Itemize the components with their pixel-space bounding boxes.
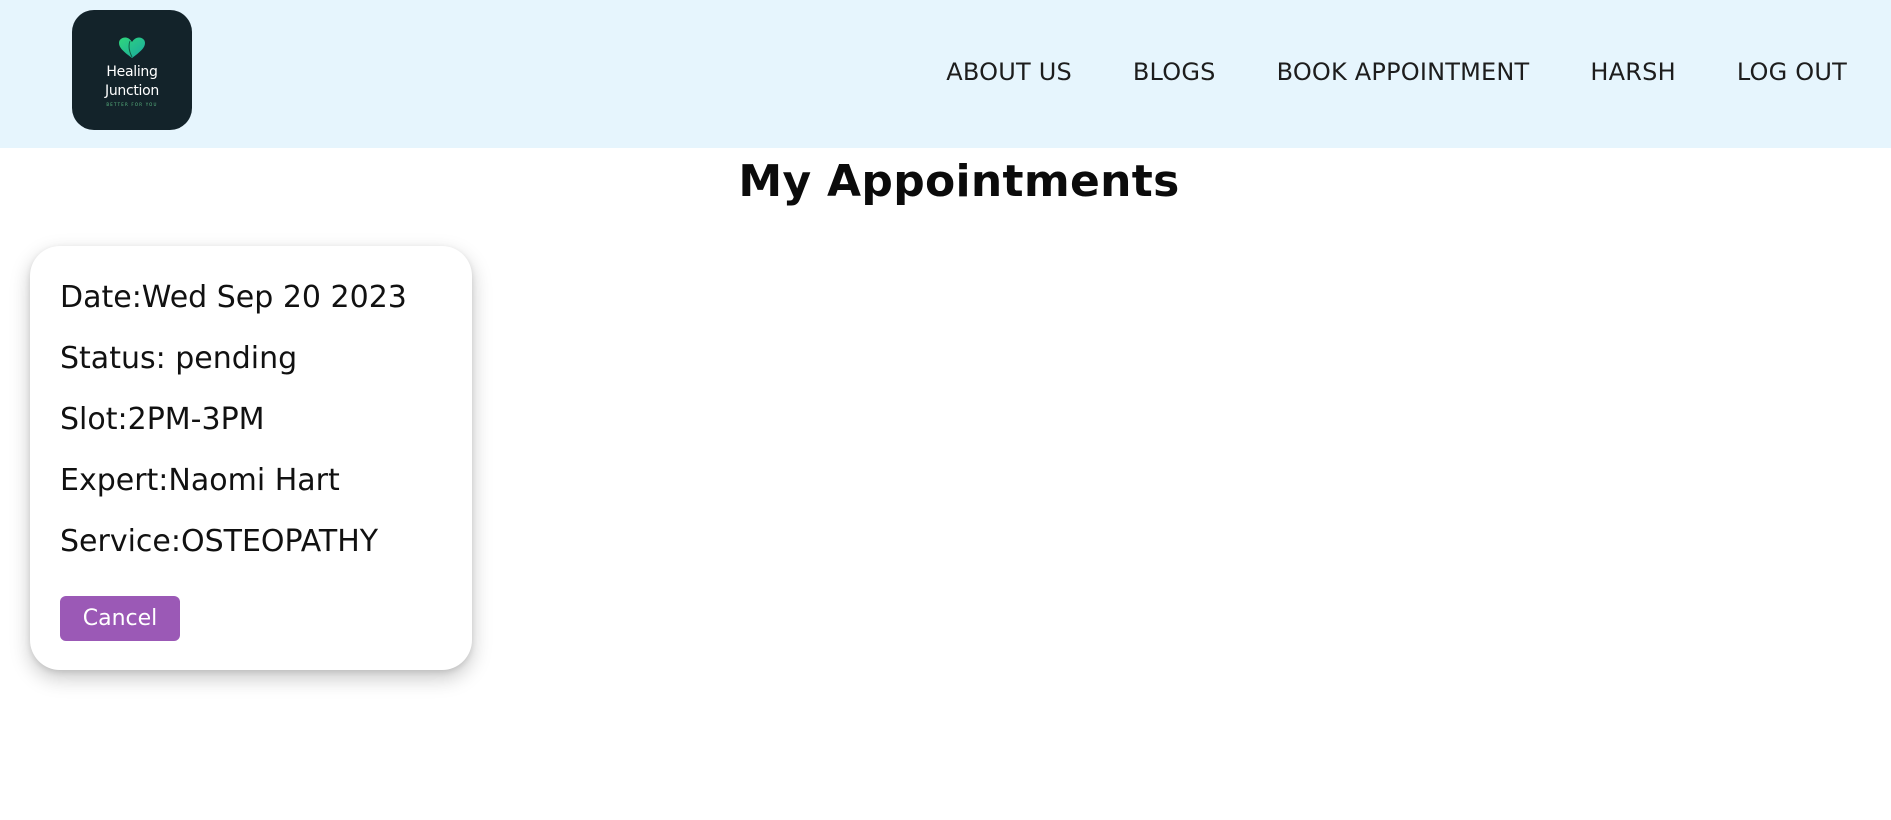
nav-user-profile[interactable]: HARSH <box>1590 56 1675 88</box>
appointment-slot: Slot:2PM-3PM <box>60 402 265 437</box>
nav-book-appointment[interactable]: BOOK APPOINTMENT <box>1277 56 1530 88</box>
appointment-card: Date:Wed Sep 20 2023 Status: pending Slo… <box>30 246 472 670</box>
brand-tagline: BETTER FOR YOU <box>106 102 158 107</box>
navbar: Healing Junction BETTER FOR YOU ABOUT US… <box>0 0 1891 148</box>
cancel-appointment-button[interactable]: Cancel <box>60 596 180 641</box>
nav-blogs[interactable]: BLOGS <box>1133 56 1216 88</box>
brand-logo[interactable]: Healing Junction BETTER FOR YOU <box>72 10 192 130</box>
appointment-service: Service:OSTEOPATHY <box>60 524 379 559</box>
heart-leaf-icon <box>119 37 145 58</box>
brand-name-line1: Healing <box>106 64 158 80</box>
nav-log-out[interactable]: LOG OUT <box>1737 56 1847 88</box>
nav-links: ABOUT US BLOGS BOOK APPOINTMENT HARSH LO… <box>946 56 1847 88</box>
appointment-status: Status: pending <box>60 341 298 376</box>
brand-name-line2: Junction <box>105 83 159 99</box>
appointment-date: Date:Wed Sep 20 2023 <box>60 280 407 315</box>
appointment-expert: Expert:Naomi Hart <box>60 463 340 498</box>
page-title: My Appointments <box>738 156 1180 207</box>
nav-about-us[interactable]: ABOUT US <box>946 56 1072 88</box>
